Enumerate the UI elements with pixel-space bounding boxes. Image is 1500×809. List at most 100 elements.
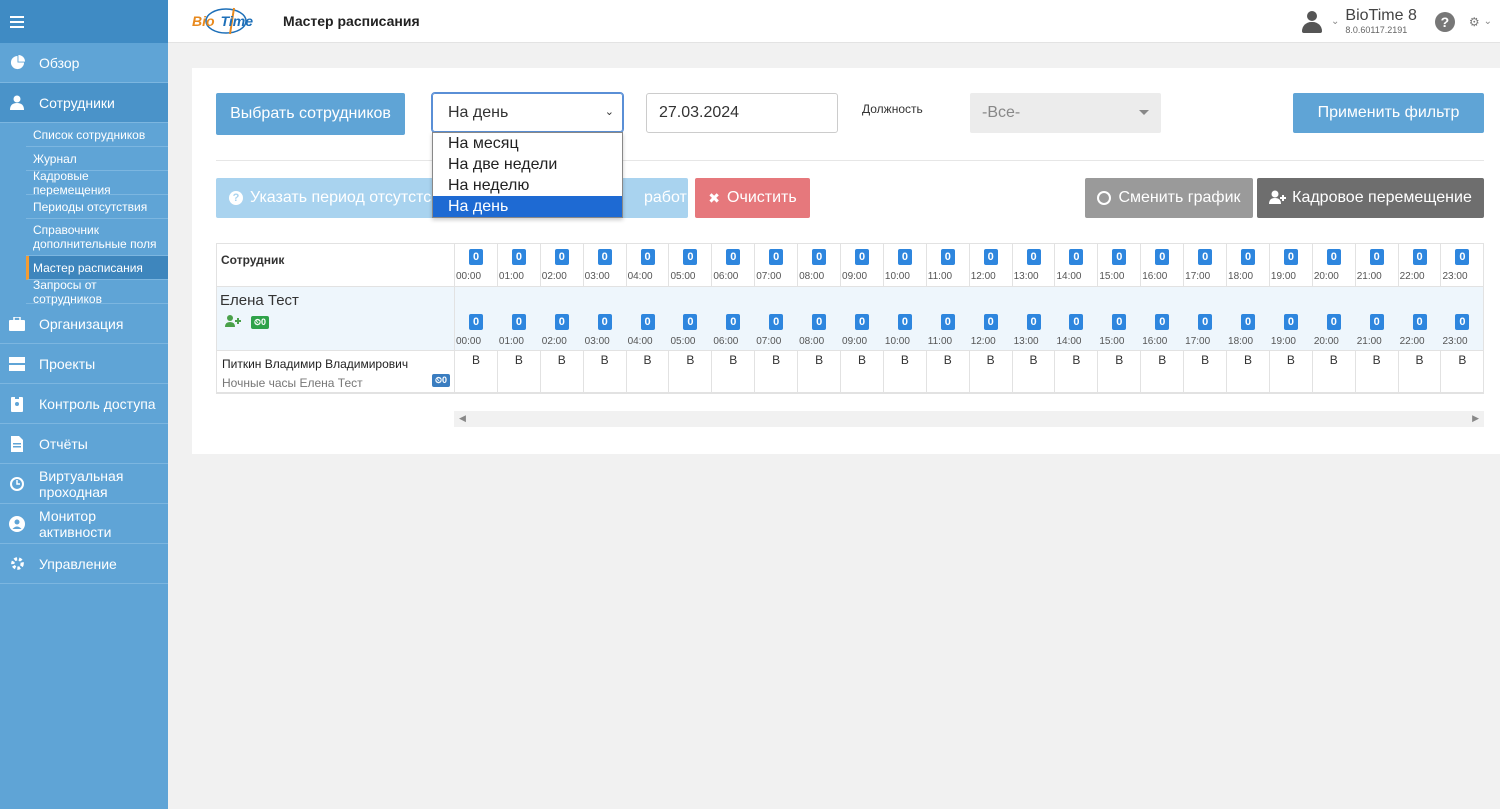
change-schedule-button[interactable]: Сменить график xyxy=(1085,178,1253,218)
schedule-cell[interactable]: В xyxy=(712,351,756,392)
clear-button[interactable]: ✖ Очистить xyxy=(695,178,810,218)
group-hour-cell: 0 01:00 xyxy=(498,287,541,350)
sidebar-item-organization[interactable]: Организация xyxy=(0,304,168,344)
hour-label: 23:00 xyxy=(1442,336,1468,347)
hour-label: 06:00 xyxy=(713,271,739,282)
sidebar-item-activity-monitor[interactable]: Монитор активности xyxy=(0,504,168,544)
sidebar-subitem-employee-requests[interactable]: Запросы от сотрудников xyxy=(26,278,168,306)
chevron-down-icon[interactable]: ⌄ xyxy=(1331,16,1339,27)
hamburger-menu-icon[interactable] xyxy=(10,15,24,28)
sidebar-subitem-schedule-wizard[interactable]: Мастер расписания xyxy=(26,256,168,280)
hour-label: 02:00 xyxy=(541,271,567,282)
schedule-cell[interactable]: В xyxy=(1441,351,1485,392)
date-input[interactable]: 27.03.2024 xyxy=(646,93,838,133)
hour-header-cell: 0 04:00 xyxy=(627,244,670,286)
hour-label: 13:00 xyxy=(1013,336,1039,347)
sidebar-item-management[interactable]: Управление xyxy=(0,544,168,584)
schedule-cell[interactable]: В xyxy=(584,351,627,392)
schedule-cell[interactable]: В xyxy=(755,351,799,392)
chevron-down-icon[interactable]: ⌄ xyxy=(1484,16,1492,27)
position-label: Должность xyxy=(862,102,923,116)
schedule-cell[interactable]: В xyxy=(841,351,884,392)
count-badge: 0 xyxy=(683,314,698,330)
scroll-right-icon[interactable]: ▶ xyxy=(1472,413,1479,424)
schedule-cell-value: В xyxy=(1029,353,1038,367)
personnel-transfer-button[interactable]: Кадровое перемещение xyxy=(1257,178,1484,218)
sidebar-item-reports[interactable]: Отчёты xyxy=(0,424,168,464)
employee-schedule-name: Ночные часы Елена Тест xyxy=(222,376,363,390)
count-badge: 0 xyxy=(1112,249,1127,265)
period-option-month[interactable]: На месяц xyxy=(433,133,622,154)
settings-gears-icon[interactable]: ⚙ xyxy=(1469,15,1480,29)
position-select[interactable]: -Все- xyxy=(970,93,1161,133)
hour-header-cell: 0 00:00 xyxy=(455,244,498,286)
gear-icon xyxy=(9,556,25,572)
schedule-cell[interactable]: В xyxy=(970,351,1013,392)
period-select[interactable]: На день ⌄ xyxy=(431,92,624,133)
hour-label: 01:00 xyxy=(498,336,524,347)
period-option-week[interactable]: На неделю xyxy=(433,175,622,196)
count-badge: 0 xyxy=(1198,249,1213,265)
count-badge: 0 xyxy=(1155,249,1170,265)
schedule-cell[interactable]: В xyxy=(541,351,584,392)
count-badge: 0 xyxy=(1069,314,1084,330)
hour-label: 14:00 xyxy=(1056,336,1082,347)
grid-header-row: Сотрудник 0 00:00 0 01:00 0 02:00 0 03:00 0 04:00… xyxy=(217,244,1485,287)
schedule-cell[interactable]: В xyxy=(455,351,498,392)
apply-filter-button[interactable]: Применить фильтр xyxy=(1293,93,1484,133)
sidebar-subitem-extra-fields[interactable]: Справочник дополнительные поля xyxy=(26,219,168,256)
schedule-cell[interactable]: В xyxy=(1270,351,1313,392)
horizontal-scrollbar[interactable]: ◀ ▶ xyxy=(454,411,1484,427)
sidebar-item-overview[interactable]: Обзор xyxy=(0,43,168,83)
sidebar-subitem-absence-periods[interactable]: Периоды отсутствия xyxy=(26,195,168,219)
schedule-cell[interactable]: В xyxy=(1356,351,1399,392)
schedule-cell[interactable]: В xyxy=(1313,351,1356,392)
sidebar-item-virtual-checkpoint[interactable]: Виртуальная проходная xyxy=(0,464,168,504)
period-option-day[interactable]: На день xyxy=(433,196,622,217)
group-hour-cells: 0 00:00 0 01:00 0 02:00 0 03:00 0 04:00 0 05:00 0 06:… xyxy=(455,287,1484,350)
count-badge: 0 xyxy=(1455,314,1470,330)
user-avatar-icon[interactable] xyxy=(1301,10,1323,34)
sidebar-item-access-control[interactable]: Контроль доступа xyxy=(0,384,168,424)
group-clock-badge: ⏲0 xyxy=(251,316,270,329)
schedule-cell-value: В xyxy=(471,353,480,367)
schedule-cell[interactable]: В xyxy=(884,351,927,392)
period-option-two-weeks[interactable]: На две недели xyxy=(433,154,622,175)
schedule-cell-value: В xyxy=(943,353,952,367)
group-hour-cell: 0 06:00 xyxy=(712,287,755,350)
schedule-cell[interactable]: В xyxy=(627,351,670,392)
schedule-cell[interactable]: В xyxy=(669,351,713,392)
select-employees-button[interactable]: Выбрать сотрудников xyxy=(216,93,405,135)
schedule-cell[interactable]: В xyxy=(927,351,970,392)
sidebar-subitem-transfers[interactable]: Кадровые перемещения xyxy=(26,169,168,197)
sidebar-subitem-employee-list[interactable]: Список сотрудников xyxy=(26,123,168,147)
schedule-wizard-panel: Выбрать сотрудников На день ⌄ 27.03.2024… xyxy=(192,68,1500,454)
count-badge: 0 xyxy=(1369,314,1384,330)
hour-label: 01:00 xyxy=(498,271,524,282)
biotime-logo[interactable]: Bio Time xyxy=(190,6,260,36)
sidebar-subitem-journal[interactable]: Журнал xyxy=(26,147,168,171)
scroll-left-icon[interactable]: ◀ xyxy=(459,413,466,424)
divider xyxy=(216,160,1484,161)
employee-name[interactable]: Питкин Владимир Владимирович xyxy=(222,357,408,371)
count-badge: 0 xyxy=(769,249,784,265)
schedule-cell[interactable]: В xyxy=(498,351,541,392)
sidebar-item-employees[interactable]: Сотрудники xyxy=(0,83,168,123)
schedule-cell[interactable]: В xyxy=(1399,351,1442,392)
schedule-cell[interactable]: В xyxy=(1055,351,1099,392)
help-icon[interactable]: ? xyxy=(1434,11,1455,32)
schedule-cell[interactable]: В xyxy=(1013,351,1056,392)
schedule-cell[interactable]: В xyxy=(1141,351,1185,392)
schedule-cell[interactable]: В xyxy=(1227,351,1270,392)
schedule-cell[interactable]: В xyxy=(1184,351,1228,392)
hour-label: 18:00 xyxy=(1228,271,1254,282)
count-badge: 0 xyxy=(1155,314,1170,330)
sidebar-item-projects[interactable]: Проекты xyxy=(0,344,168,384)
schedule-cell[interactable]: В xyxy=(798,351,842,392)
hour-label: 14:00 xyxy=(1056,271,1082,282)
add-user-icon[interactable] xyxy=(225,315,241,330)
schedule-cell[interactable]: В xyxy=(1098,351,1142,392)
logo-text: Bio Time xyxy=(192,13,253,29)
hour-label: 19:00 xyxy=(1270,271,1296,282)
clock-icon xyxy=(1097,191,1112,205)
